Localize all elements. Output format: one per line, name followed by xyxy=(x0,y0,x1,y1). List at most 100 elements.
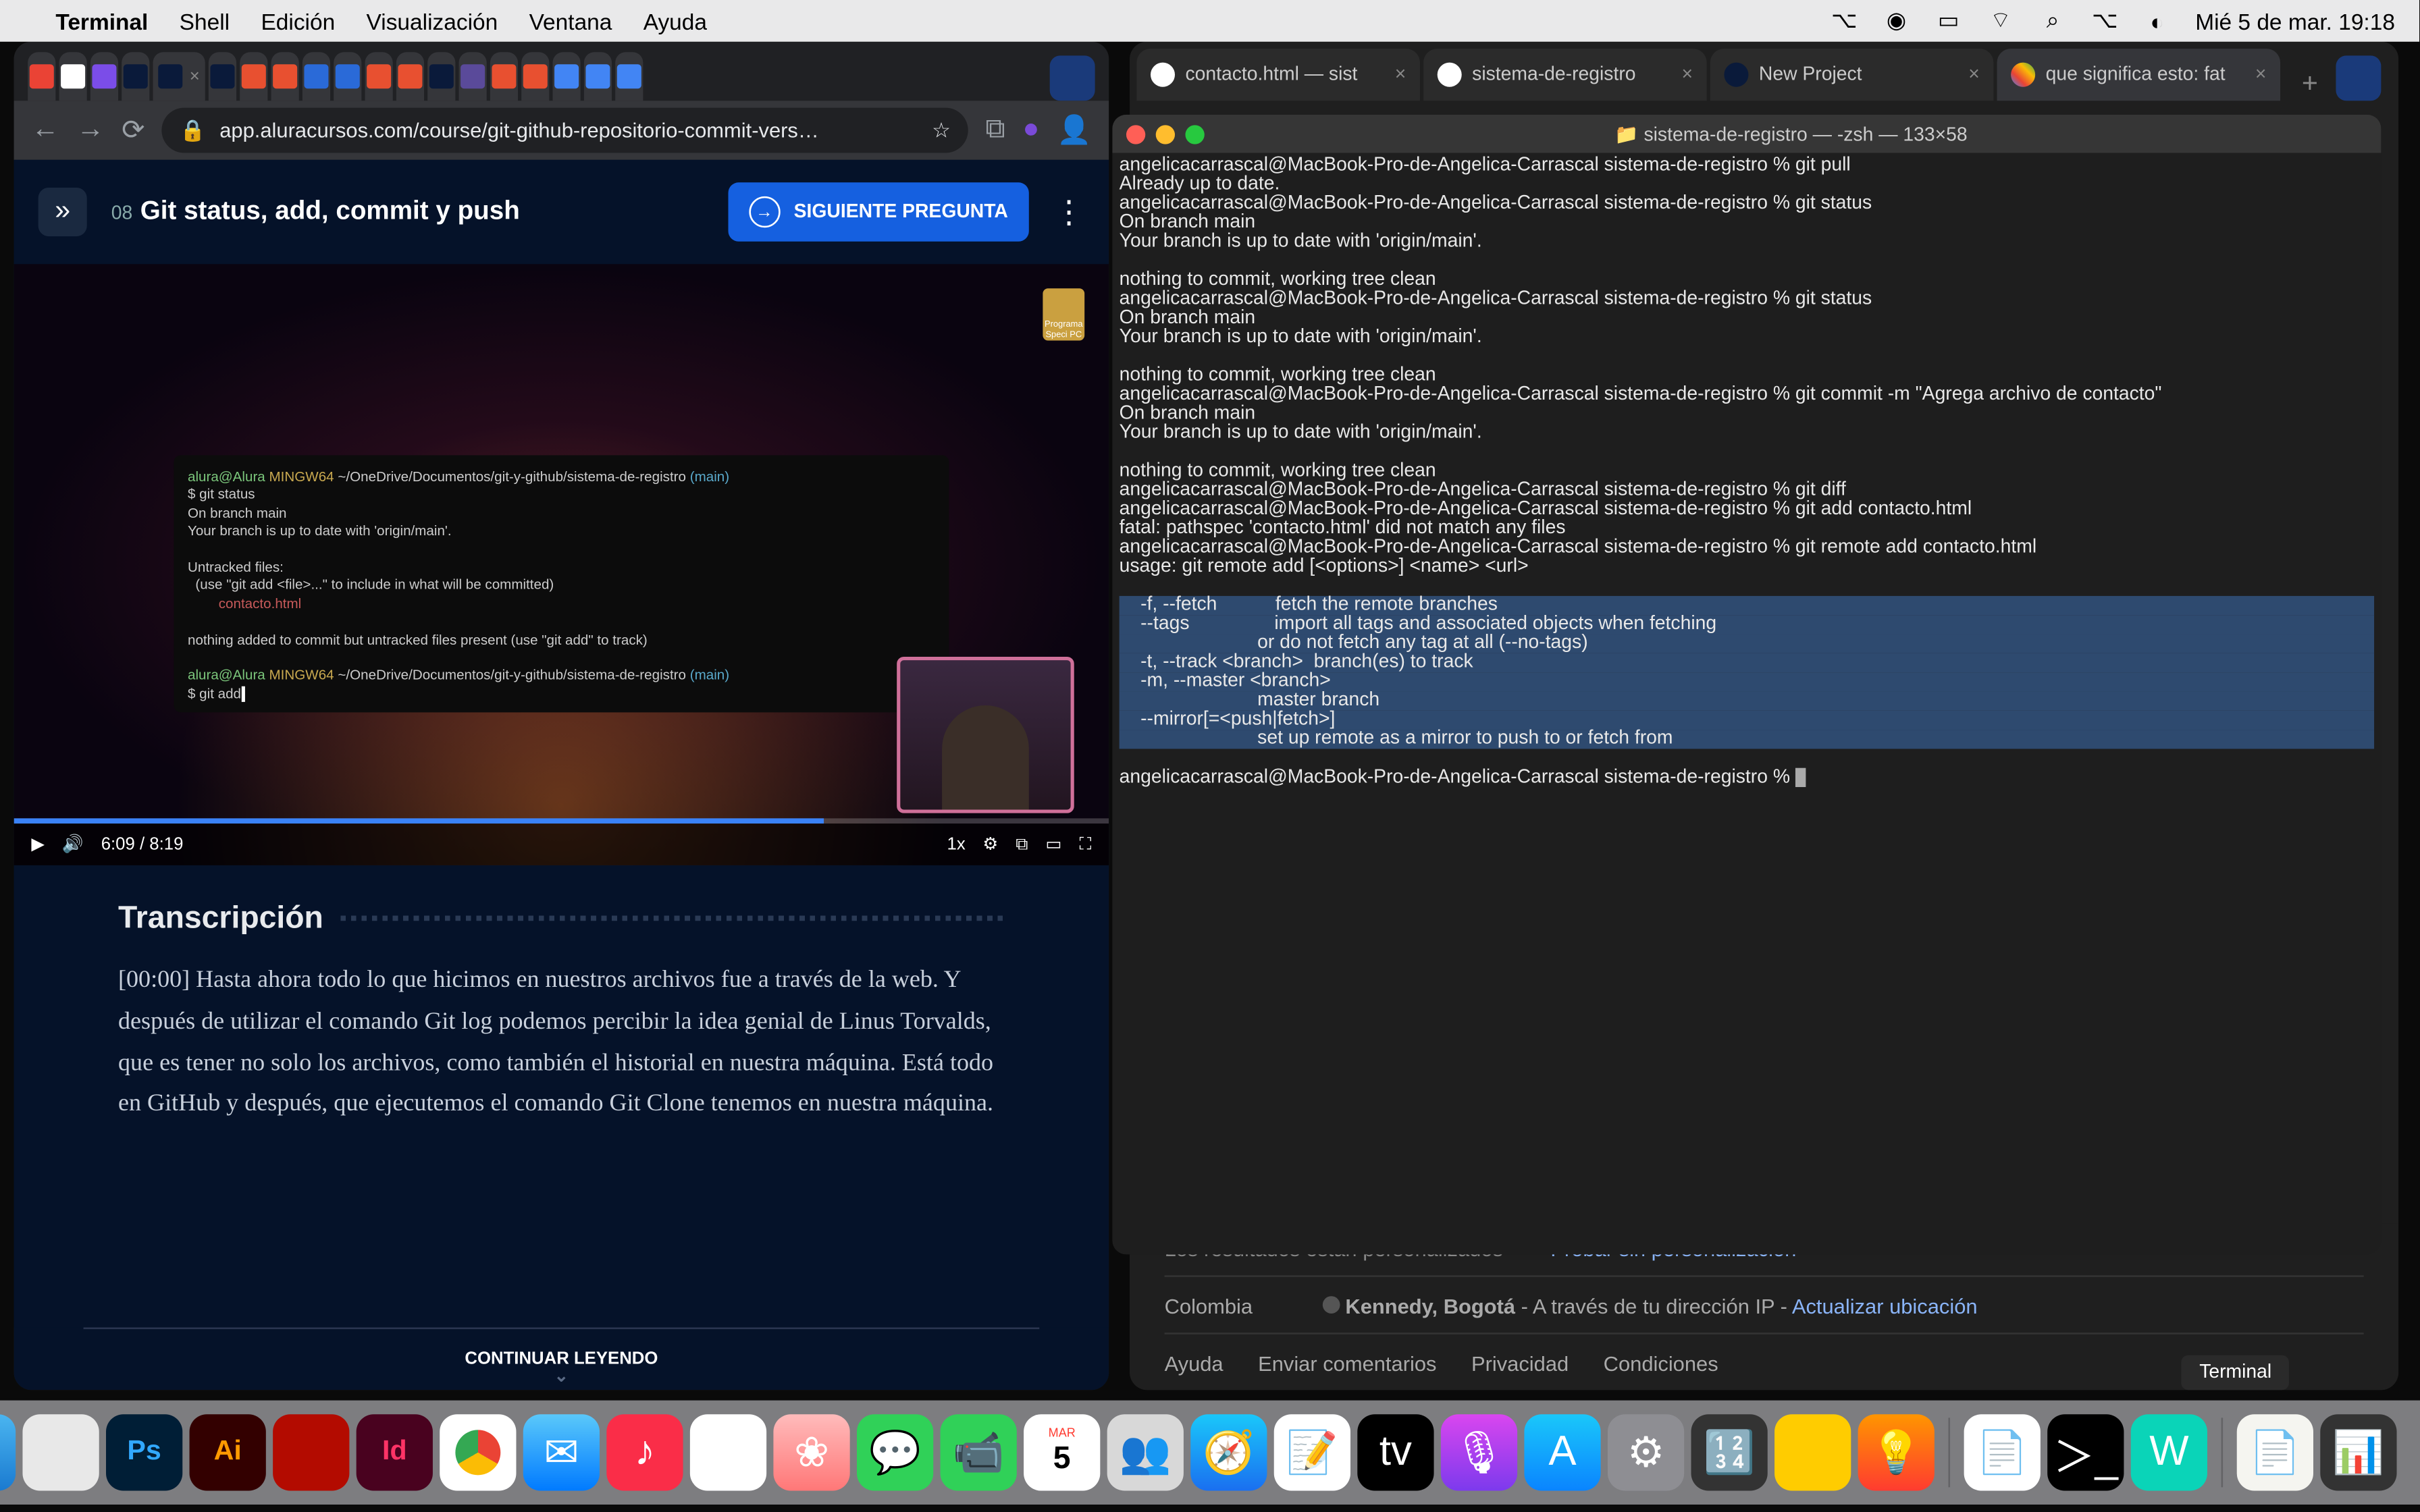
launchpad-icon[interactable] xyxy=(22,1414,99,1490)
menu-ayuda[interactable]: Ayuda xyxy=(643,8,707,34)
url-bar[interactable]: 🔒 app.aluracursos.com/course/git-github-… xyxy=(162,108,968,153)
chrome-expand-button[interactable] xyxy=(1050,55,1095,101)
facetime-icon[interactable]: 📹 xyxy=(941,1414,1017,1490)
illustrator-icon[interactable]: Ai xyxy=(190,1414,266,1490)
footer-comentarios[interactable]: Enviar comentarios xyxy=(1258,1352,1436,1376)
tab-item[interactable] xyxy=(302,52,330,101)
volume-icon[interactable]: 🔊 xyxy=(62,835,84,854)
podcasts-icon[interactable]: 🎙 xyxy=(1441,1414,1517,1490)
update-location-link[interactable]: Actualizar ubicación xyxy=(1792,1295,1978,1319)
reload-button[interactable]: ⟳ xyxy=(122,113,145,147)
notes-icon[interactable]: 📝 xyxy=(1274,1414,1350,1490)
close-icon[interactable]: × xyxy=(1968,64,1980,85)
tab-item[interactable] xyxy=(427,52,455,101)
chrome-icon[interactable] xyxy=(440,1414,516,1490)
sidebar-toggle-button[interactable]: » xyxy=(38,188,87,236)
terminal-dock-icon[interactable]: ＞_ xyxy=(2047,1414,2124,1490)
textedit-icon[interactable]: 📄 xyxy=(1964,1414,2041,1490)
profile-icon[interactable]: 👤 xyxy=(1057,113,1091,147)
notes2-icon[interactable] xyxy=(1774,1414,1851,1490)
footer-privacidad[interactable]: Privacidad xyxy=(1471,1352,1569,1376)
doc-icon[interactable]: 📄 xyxy=(2237,1414,2313,1490)
calculator-icon[interactable]: 🔢 xyxy=(1691,1414,1768,1490)
safari-icon[interactable]: 🧭 xyxy=(1190,1414,1267,1490)
battery-icon[interactable]: ▭ xyxy=(1935,7,1962,34)
tab-sistema[interactable]: sistema-de-registro× xyxy=(1423,49,1707,101)
finder-icon[interactable] xyxy=(0,1414,16,1490)
appletv-icon[interactable]: tv xyxy=(1357,1414,1433,1490)
settings-icon[interactable]: ⚙ xyxy=(1608,1414,1684,1490)
indesign-icon[interactable]: Id xyxy=(357,1414,433,1490)
maps-icon[interactable]: 🗺 xyxy=(690,1414,766,1490)
forward-button[interactable]: → xyxy=(76,115,104,146)
video-progress-bar[interactable] xyxy=(14,818,1109,824)
tab-contacto[interactable]: contacto.html — sist× xyxy=(1136,49,1420,101)
calendar-icon[interactable]: MAR5 xyxy=(1024,1414,1100,1490)
gear-icon[interactable]: ⚙ xyxy=(982,835,998,854)
tab-item[interactable] xyxy=(396,52,424,101)
tab-item[interactable] xyxy=(209,52,236,101)
menu-shell[interactable]: Shell xyxy=(180,8,230,34)
tab-item[interactable] xyxy=(459,52,487,101)
close-icon[interactable]: × xyxy=(190,67,200,86)
tab-item[interactable] xyxy=(59,52,87,101)
star-icon[interactable]: ☆ xyxy=(932,118,951,142)
new-tab-button[interactable]: + xyxy=(2284,70,2336,101)
menubar-datetime[interactable]: Mié 5 de mar. 19:18 xyxy=(2195,8,2395,34)
bluetooth-icon[interactable]: ⌥ xyxy=(1831,7,1858,34)
video-player[interactable]: Programa Speci PC alura@Alura MINGW64 ~/… xyxy=(14,264,1109,865)
footer-condiciones[interactable]: Condiciones xyxy=(1604,1352,1718,1376)
tab-item[interactable] xyxy=(334,52,361,101)
trash-icon[interactable]: 🗑 xyxy=(2404,1414,2420,1490)
playback-speed[interactable]: 1x xyxy=(947,835,966,854)
tab-item[interactable] xyxy=(271,52,299,101)
tips-icon[interactable]: 💡 xyxy=(1858,1414,1935,1490)
close-window-button[interactable] xyxy=(1126,124,1145,143)
minimize-window-button[interactable] xyxy=(1156,124,1175,143)
tab-item[interactable] xyxy=(490,52,518,101)
next-question-button[interactable]: → SIGUIENTE PREGUNTA xyxy=(728,182,1029,242)
control-center-icon[interactable]: ⌥ xyxy=(2091,7,2119,34)
acrobat-icon[interactable] xyxy=(273,1414,349,1490)
messages-icon[interactable]: 💬 xyxy=(857,1414,933,1490)
pip-icon[interactable]: ⧉ xyxy=(1016,835,1028,854)
close-icon[interactable]: × xyxy=(1682,64,1693,85)
record-icon[interactable]: ◉ xyxy=(1883,7,1910,34)
chrome-expand-button[interactable] xyxy=(2336,55,2381,101)
tab-item[interactable] xyxy=(122,52,149,101)
menubar-app-name[interactable]: Terminal xyxy=(55,8,148,34)
photos-icon[interactable]: ❀ xyxy=(773,1414,849,1490)
tab-google-search[interactable]: que significa esto: fat× xyxy=(1997,49,2281,101)
mail-icon[interactable]: ✉ xyxy=(523,1414,600,1490)
tab-item[interactable] xyxy=(615,52,643,101)
tab-item[interactable] xyxy=(365,52,393,101)
close-icon[interactable]: × xyxy=(2255,64,2267,85)
theater-icon[interactable]: ▭ xyxy=(1045,835,1061,854)
tab-item[interactable] xyxy=(90,52,118,101)
menu-edicion[interactable]: Edición xyxy=(261,8,335,34)
menu-vis[interactable]: Visualización xyxy=(367,8,498,34)
close-icon[interactable]: × xyxy=(1395,64,1406,85)
wifi-icon[interactable]: ⌔ xyxy=(1987,7,2014,34)
tab-item[interactable] xyxy=(521,52,549,101)
tab-item[interactable] xyxy=(240,52,267,101)
tab-item[interactable] xyxy=(584,52,612,101)
extensions-icon[interactable]: ⧉ xyxy=(985,115,1005,146)
app-icon[interactable]: W xyxy=(2131,1414,2207,1490)
menu-ventana[interactable]: Ventana xyxy=(529,8,612,34)
tab-newproject[interactable]: New Project× xyxy=(1710,49,1994,101)
photoshop-icon[interactable]: Ps xyxy=(106,1414,182,1490)
folder-icon[interactable]: 📊 xyxy=(2320,1414,2396,1490)
more-icon[interactable]: ⋮ xyxy=(1053,194,1084,230)
tab-item[interactable] xyxy=(553,52,581,101)
terminal-body[interactable]: angelicacarrascal@MacBook-Pro-de-Angelic… xyxy=(1112,153,2381,1255)
back-button[interactable]: ← xyxy=(31,115,59,146)
search-icon[interactable]: ⌕ xyxy=(2039,7,2067,34)
fullscreen-icon[interactable]: ⛶ xyxy=(1079,835,1091,854)
tab-active[interactable]: × xyxy=(153,52,205,101)
play-icon[interactable]: ▶ xyxy=(31,835,45,854)
appstore-icon[interactable]: A xyxy=(1524,1414,1600,1490)
tab-item[interactable] xyxy=(28,52,55,101)
extension-icon[interactable]: ● xyxy=(1023,115,1040,146)
footer-ayuda[interactable]: Ayuda xyxy=(1165,1352,1224,1376)
